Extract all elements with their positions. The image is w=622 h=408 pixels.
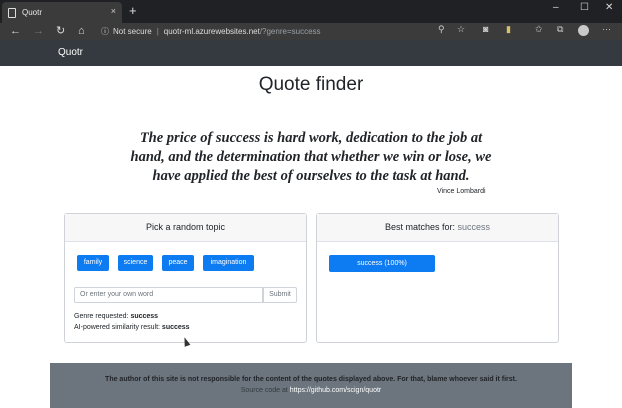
similarity-result: AI-powered similarity result: success (74, 324, 190, 331)
tab-title: Quotr (22, 8, 43, 17)
footer-disclaimer: The author of this site is not responsib… (105, 376, 517, 383)
matches-header-value: success (457, 222, 491, 232)
refresh-icon[interactable]: ↻ (56, 24, 65, 38)
genre-requested: Genre requested: success (74, 313, 158, 320)
profile-avatar[interactable] (578, 25, 589, 36)
home-icon[interactable]: ⌂ (78, 24, 85, 38)
matches-card: Best matches for: success (316, 213, 559, 343)
topic-button-peace[interactable]: peace (162, 255, 194, 271)
security-label: Not secure (113, 27, 152, 36)
topic-button-science[interactable]: science (118, 255, 153, 271)
quote-author: Vince Lombardi (437, 188, 486, 195)
back-icon[interactable]: ← (10, 24, 21, 38)
more-menu-icon[interactable]: ··· (602, 24, 611, 34)
genre-value: success (130, 313, 159, 320)
minimize-icon[interactable]: – (553, 2, 559, 13)
url-host: quotr-ml.azurewebsites.net (163, 27, 260, 36)
footer (50, 363, 572, 408)
submit-button[interactable]: Submit (263, 287, 297, 303)
url-field[interactable]: ⓘ Not secure | quotr-ml.azurewebsites.ne… (101, 25, 479, 38)
matches-header-label: Best matches for: (384, 222, 458, 232)
close-tab-icon[interactable]: × (111, 6, 116, 16)
topic-card-header: Pick a random topic (65, 214, 306, 242)
new-tab-button[interactable]: + (129, 3, 137, 18)
favorites-icon[interactable]: ✩ (535, 24, 543, 35)
topic-button-family[interactable]: family (77, 255, 109, 271)
similarity-label: AI-powered similarity result: (74, 324, 162, 331)
forward-icon[interactable]: → (33, 24, 44, 38)
topic-button-imagination[interactable]: imagination (203, 255, 254, 271)
brand-link[interactable]: Quotr (58, 47, 83, 58)
footer-source: Source code at https://github.com/scign/… (50, 387, 572, 394)
url-path: /?genre=success (259, 27, 321, 36)
collections-icon[interactable]: ⧉ (557, 24, 563, 35)
page-icon (8, 7, 16, 18)
site-navbar (0, 40, 622, 66)
pocket-icon[interactable]: ◙ (483, 24, 488, 34)
favorite-star-icon[interactable]: ☆ (457, 24, 465, 35)
url-separator: | (156, 27, 159, 36)
similarity-value: success (161, 324, 190, 331)
source-label: Source code at (240, 387, 290, 394)
maximize-icon[interactable]: ☐ (580, 2, 589, 13)
custom-word-input[interactable]: Or enter your own word (74, 287, 263, 303)
info-icon: ⓘ (101, 27, 109, 36)
close-window-icon[interactable]: ✕ (605, 2, 613, 13)
matches-card-header: Best matches for: success (317, 214, 558, 242)
genre-label: Genre requested: (74, 313, 131, 320)
source-link[interactable]: https://github.com/scign/quotr (290, 387, 381, 394)
extension-icon[interactable]: ▮ (506, 24, 511, 35)
browser-tab[interactable]: Quotr × (2, 2, 122, 23)
quote-text: The price of success is hard work, dedic… (130, 130, 492, 184)
page-title: Quote finder (258, 74, 364, 95)
match-button[interactable]: success (100%) (329, 255, 435, 272)
zoom-icon[interactable]: ⚲ (438, 24, 445, 35)
